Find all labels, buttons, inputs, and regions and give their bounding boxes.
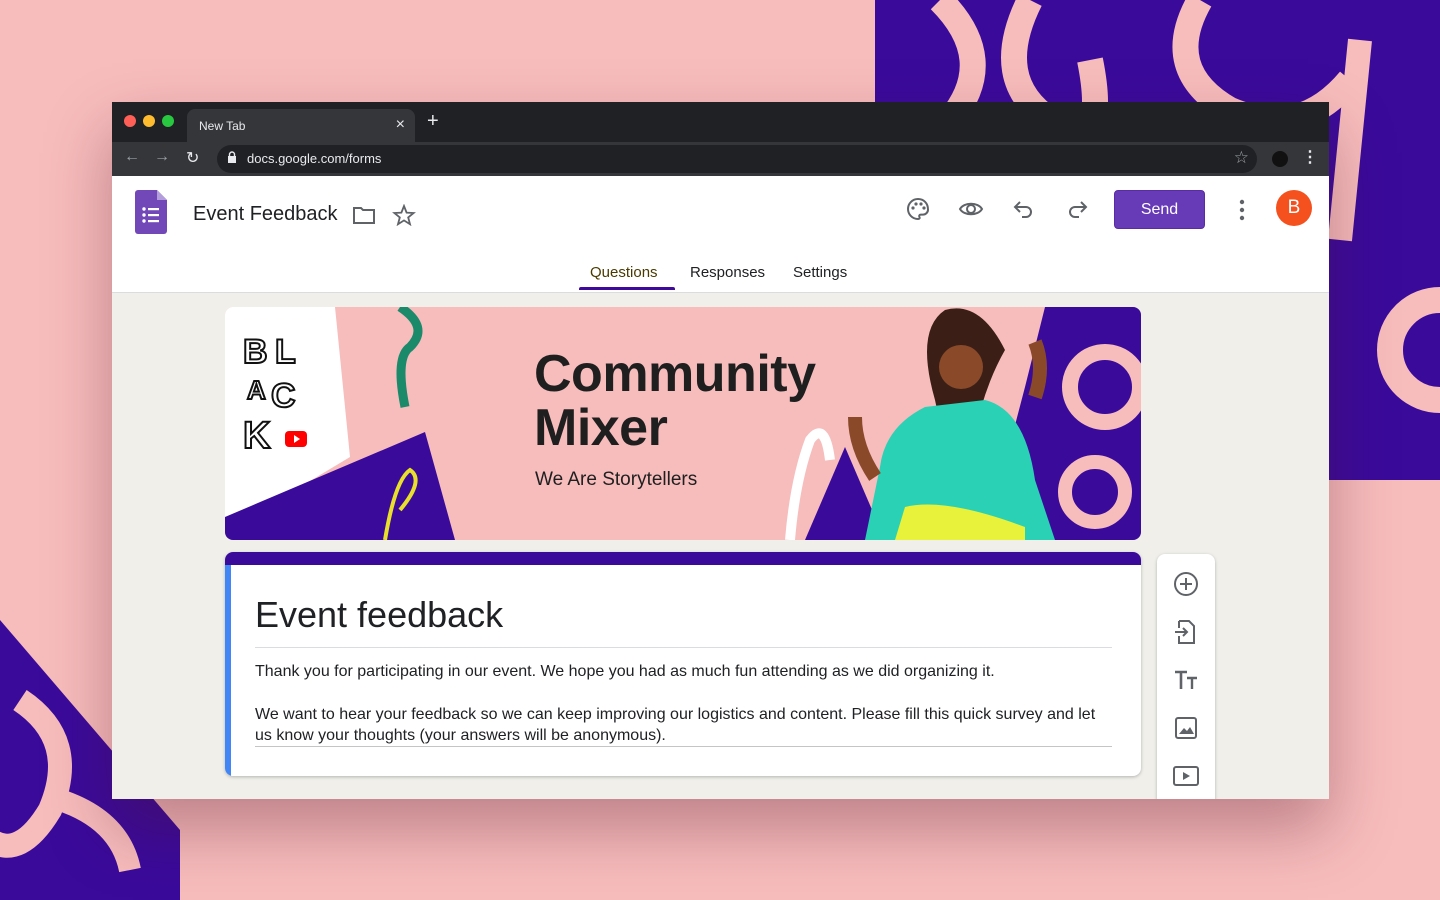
browser-menu-icon[interactable]: ⋮ [1302, 147, 1318, 167]
browser-tab-bar: New Tab × + [112, 102, 1329, 142]
logo-letter-a: A [246, 375, 267, 405]
banner-subtitle: We Are Storytellers [535, 469, 698, 490]
active-tab-indicator [579, 287, 675, 290]
document-title[interactable]: Event Feedback [193, 203, 338, 226]
youtube-logo-icon [285, 431, 307, 447]
description-underline [255, 746, 1112, 747]
url-text: docs.google.com/forms [247, 151, 382, 166]
redo-icon[interactable] [1064, 196, 1090, 222]
back-icon[interactable]: ← [124, 148, 140, 166]
description-paragraph-2: We want to hear your feedback so we can … [255, 706, 1096, 744]
send-button[interactable]: Send [1114, 190, 1205, 229]
logo-letter-k: K [242, 415, 271, 457]
palette-icon[interactable] [905, 196, 931, 222]
reload-icon[interactable]: ↻ [186, 148, 199, 168]
browser-window: New Tab × + ← → ↻ docs.google.com/forms … [112, 102, 1329, 799]
lock-icon [228, 151, 236, 163]
minimize-window-button[interactable] [143, 115, 155, 127]
description-paragraph-1: Thank you for participating in our event… [255, 663, 995, 680]
form-title-card[interactable]: Event feedback Thank you for participati… [225, 552, 1141, 776]
browser-toolbar: ← → ↻ docs.google.com/forms ☆ ⋮ [112, 142, 1329, 176]
google-forms-logo-icon[interactable] [135, 190, 167, 234]
forward-icon[interactable]: → [154, 148, 170, 166]
logo-letter-l: L [274, 333, 297, 371]
black-logo: B L A C K [242, 333, 313, 465]
form-title[interactable]: Event feedback [255, 594, 503, 636]
preview-eye-icon[interactable] [958, 196, 984, 222]
card-theme-bar [225, 552, 1141, 565]
bookmark-star-icon[interactable]: ☆ [1234, 148, 1249, 168]
add-question-icon[interactable] [1172, 570, 1200, 598]
logo-letter-c: C [270, 377, 297, 415]
tab-close-icon[interactable]: × [396, 116, 405, 134]
add-image-icon[interactable] [1172, 714, 1200, 742]
star-icon[interactable] [392, 204, 416, 226]
form-description[interactable]: Thank you for participating in our event… [255, 661, 1115, 768]
logo-letter-b: B [242, 333, 269, 371]
avatar[interactable]: B [1276, 190, 1312, 226]
more-options-icon[interactable] [1232, 198, 1252, 222]
folder-icon[interactable] [352, 205, 376, 225]
card-focus-indicator [225, 565, 231, 776]
floating-toolbar [1157, 554, 1215, 799]
title-underline [255, 647, 1112, 648]
undo-icon[interactable] [1011, 196, 1037, 222]
tab-questions[interactable]: Questions [590, 264, 658, 281]
maximize-window-button[interactable] [162, 115, 174, 127]
banner-title-line2: Mixer [534, 399, 668, 457]
banner-title-line1: Community [534, 345, 816, 403]
close-window-button[interactable] [124, 115, 136, 127]
form-tabs: Questions Responses Settings [112, 262, 1329, 292]
tab-title: New Tab [199, 119, 246, 133]
browser-tab[interactable]: New Tab × [187, 109, 415, 142]
new-tab-button[interactable]: + [427, 110, 439, 133]
add-video-icon[interactable] [1172, 762, 1200, 790]
tab-settings[interactable]: Settings [793, 264, 847, 281]
tab-responses[interactable]: Responses [690, 264, 765, 281]
header-banner-image: B L A C K Community Mixer We Are Storyte… [225, 307, 1141, 540]
profile-icon[interactable] [1272, 151, 1288, 167]
add-title-icon[interactable] [1172, 666, 1200, 694]
address-bar[interactable]: docs.google.com/forms ☆ [217, 145, 1257, 173]
import-questions-icon[interactable] [1172, 618, 1200, 646]
banner-title: Community Mixer [534, 347, 816, 455]
